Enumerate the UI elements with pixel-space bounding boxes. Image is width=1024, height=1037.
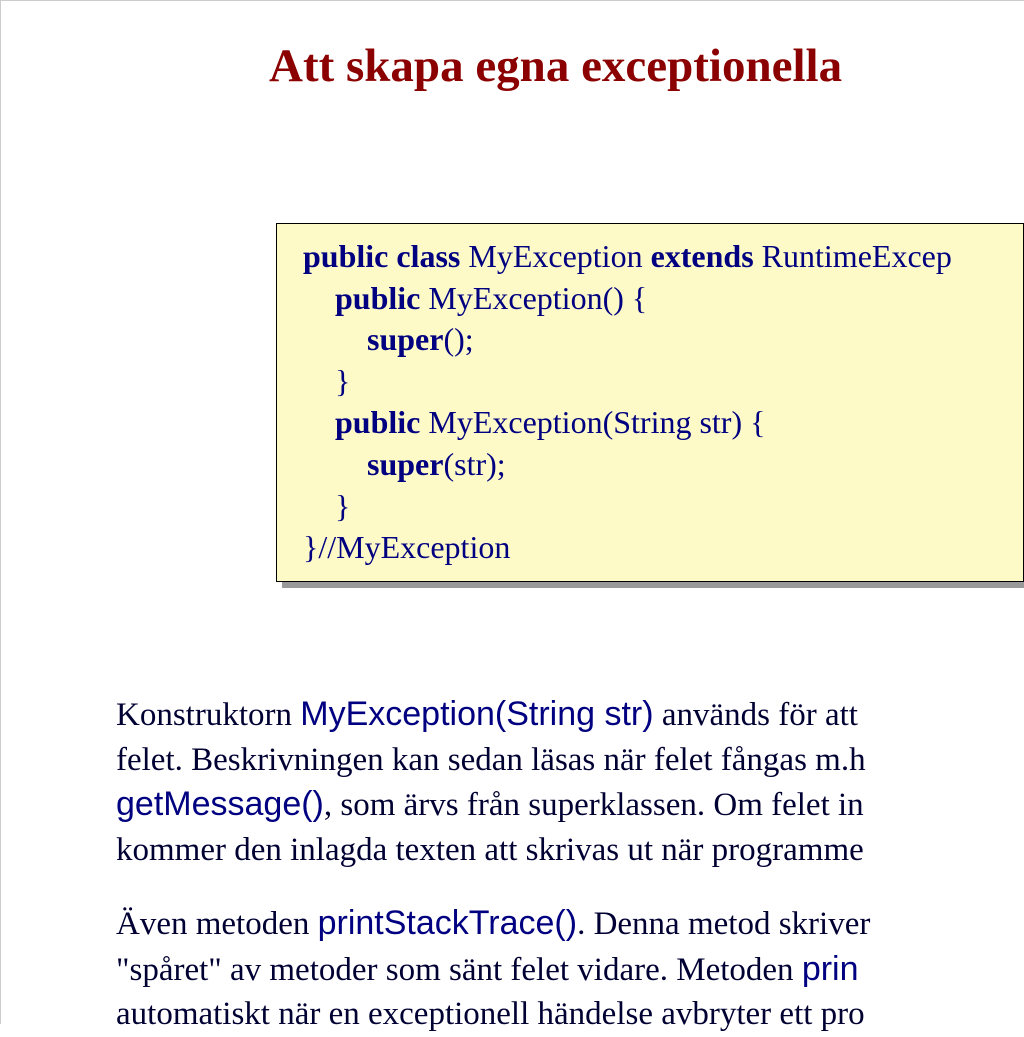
code-text: } xyxy=(303,363,350,399)
keyword: public xyxy=(303,404,420,440)
method-name: getMessage() xyxy=(116,785,324,823)
text: automatiskt när en exceptionell händelse… xyxy=(116,996,865,1032)
code-text: MyException xyxy=(460,238,650,274)
code-text: (); xyxy=(443,321,473,357)
code-line: super(); xyxy=(303,319,997,361)
keyword: public class xyxy=(303,238,460,274)
text: "spåret" av metoder som sänt felet vidar… xyxy=(116,952,802,988)
method-name: MyException(String str) xyxy=(300,695,653,733)
paragraph: Även metoden printStackTrace(). Denna me… xyxy=(116,901,1024,1037)
document-page: Att skapa egna exceptionella public clas… xyxy=(1,39,1024,1037)
body-text: Konstruktorn MyException(String str) anv… xyxy=(116,692,1024,1037)
code-text: (str); xyxy=(443,446,505,482)
code-line: super(str); xyxy=(303,444,997,486)
code-line: public MyException() { xyxy=(303,278,997,320)
text: . Denna metod skriver xyxy=(577,906,870,942)
method-name: prin xyxy=(802,950,859,988)
code-text: MyException(String str) { xyxy=(420,404,765,440)
code-text: RuntimeExcep xyxy=(754,238,952,274)
code-line: } xyxy=(303,486,997,528)
text: kommer den inlagda texten att skrivas ut… xyxy=(116,832,864,868)
text: felet. Beskrivningen kan sedan läsas när… xyxy=(116,742,866,778)
text: används för att xyxy=(654,697,858,733)
code-line: }//MyException xyxy=(303,527,997,569)
code-text: MyException() { xyxy=(420,280,647,316)
text: Även metoden xyxy=(116,906,318,942)
method-name: printStackTrace() xyxy=(318,904,577,942)
keyword: public xyxy=(303,280,420,316)
code-text: } xyxy=(303,488,350,524)
keyword: super xyxy=(303,446,443,482)
code-line: public MyException(String str) { xyxy=(303,402,997,444)
code-block-wrapper: public class MyException extends Runtime… xyxy=(276,223,1024,582)
keyword: super xyxy=(303,321,443,357)
text: Konstruktorn xyxy=(116,697,300,733)
code-line: } xyxy=(303,361,997,403)
page-title: Att skapa egna exceptionella xyxy=(1,39,1024,93)
text: , som ärvs från superklassen. Om felet i… xyxy=(324,787,864,823)
code-text: }//MyException xyxy=(303,529,510,565)
paragraph: Konstruktorn MyException(String str) anv… xyxy=(116,692,1024,873)
code-block: public class MyException extends Runtime… xyxy=(276,223,1024,582)
keyword: extends xyxy=(651,238,754,274)
code-line: public class MyException extends Runtime… xyxy=(303,236,997,278)
